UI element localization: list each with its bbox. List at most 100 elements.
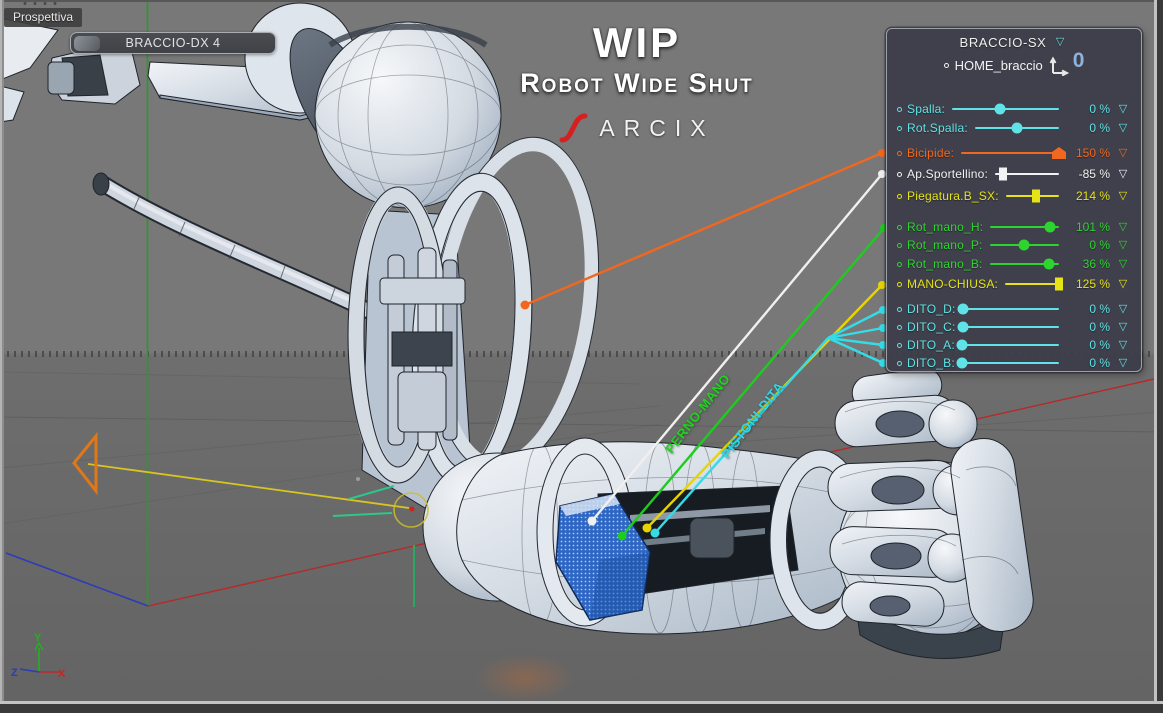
slider-knob-rot-spalla[interactable] xyxy=(1011,122,1023,134)
hud-slider-row-rot-mano-p[interactable]: Rot_mano_P: 0 % ▽ xyxy=(897,236,1131,254)
slider-knob-bicipide[interactable] xyxy=(1052,147,1066,159)
dropdown-arrow-icon[interactable]: ▽ xyxy=(1115,278,1131,290)
home-frame-value: 0 xyxy=(1072,48,1085,72)
dropdown-arrow-icon[interactable]: ▽ xyxy=(1115,147,1131,159)
slider-value-bicipide[interactable]: 150 % xyxy=(1066,146,1110,160)
dropdown-arrow-icon[interactable]: ▽ xyxy=(1115,321,1131,333)
bullet-icon xyxy=(897,360,902,366)
slider-knob-spalla[interactable] xyxy=(994,103,1006,115)
hud-slider-row-mano-chiusa[interactable]: MANO-CHIUSA: 125 % ▽ xyxy=(897,275,1131,293)
hud-slider-row-bicipide[interactable]: Bicipide: 150 % ▽ xyxy=(897,144,1131,162)
slider-track-dito-b[interactable] xyxy=(956,357,1059,369)
object-tag-braccio-dx[interactable]: BRACCIO-DX 4 xyxy=(70,32,276,54)
slider-value-dito-a[interactable]: 0 % xyxy=(1066,338,1110,352)
slider-value-rot-spalla[interactable]: 0 % xyxy=(1066,121,1110,135)
slider-label-rot-mano-p: Rot_mano_P: xyxy=(907,238,983,252)
hud-slider-row-ap-sportellino[interactable]: Ap.Sportellino: -85 % ▽ xyxy=(897,165,1131,183)
slider-track-dito-a[interactable] xyxy=(956,339,1059,351)
slider-value-spalla[interactable]: 0 % xyxy=(1066,102,1110,116)
dropdown-arrow-icon[interactable]: ▽ xyxy=(1115,221,1131,233)
window-edge-right-outer xyxy=(1157,0,1163,713)
hud-slider-row-dito-c[interactable]: DITO_C: 0 % ▽ xyxy=(897,318,1131,336)
hud-slider-row-piegatura-b-sx[interactable]: Piegatura.B_SX: 214 % ▽ xyxy=(897,187,1131,205)
bullet-icon xyxy=(897,324,902,330)
bullet-icon xyxy=(897,171,902,177)
slider-label-piegatura-b-sx: Piegatura.B_SX: xyxy=(907,189,999,203)
slider-value-mano-chiusa[interactable]: 125 % xyxy=(1066,277,1110,291)
dropdown-arrow-icon[interactable]: ▽ xyxy=(1115,339,1131,351)
title-wip: WIP xyxy=(592,19,682,66)
object-tag-text: BRACCIO-DX 4 xyxy=(125,36,221,50)
hud-slider-row-dito-d[interactable]: DITO_D: 0 % ▽ xyxy=(897,300,1131,318)
dropdown-arrow-icon[interactable]: ▽ xyxy=(1115,190,1131,202)
slider-knob-rot-mano-p[interactable] xyxy=(1018,239,1030,251)
viewport-name-label[interactable]: Prospettiva xyxy=(4,8,83,27)
slider-knob-dito-c[interactable] xyxy=(957,321,969,333)
brand-text: ARCIX xyxy=(599,114,715,141)
slider-knob-ap-sportellino[interactable] xyxy=(999,167,1008,181)
slider-track-rot-mano-h[interactable] xyxy=(990,221,1059,233)
slider-label-dito-c: DITO_C: xyxy=(907,320,956,334)
dropdown-arrow-icon[interactable]: ▽ xyxy=(1115,168,1131,180)
slider-value-dito-c[interactable]: 0 % xyxy=(1066,320,1110,334)
slider-value-dito-d[interactable]: 0 % xyxy=(1066,302,1110,316)
slider-track-dito-c[interactable] xyxy=(957,321,1059,333)
slider-value-rot-mano-p[interactable]: 0 % xyxy=(1066,238,1110,252)
viewport[interactable]: Y X Z PERNO-MANO PISTONI-DITA Prospettiv… xyxy=(0,0,1163,713)
title-block: WIP Robot Wide Shut ARCIX xyxy=(477,22,797,145)
slider-knob-rot-mano-h[interactable] xyxy=(1044,221,1056,233)
hud-slider-row-dito-b[interactable]: DITO_B: 0 % ▽ xyxy=(897,354,1131,372)
slider-track-dito-d[interactable] xyxy=(957,303,1059,315)
chevron-down-icon[interactable]: ▽ xyxy=(1052,37,1068,48)
slider-label-dito-d: DITO_D: xyxy=(907,302,956,316)
hud-slider-row-spalla[interactable]: Spalla: 0 % ▽ xyxy=(897,100,1131,118)
slider-knob-piegatura-b-sx[interactable] xyxy=(1032,189,1041,203)
hud-slider-row-rot-spalla[interactable]: Rot.Spalla: 0 % ▽ xyxy=(897,119,1131,137)
slider-track-rot-mano-p[interactable] xyxy=(989,239,1059,251)
bullet-icon xyxy=(897,242,902,248)
slider-value-rot-mano-b[interactable]: 36 % xyxy=(1066,257,1110,271)
window-edge-bottom-outer xyxy=(0,704,1163,713)
slider-value-piegatura-b-sx[interactable]: 214 % xyxy=(1066,189,1110,203)
sarcix-s-icon xyxy=(559,113,588,143)
slider-value-ap-sportellino[interactable]: -85 % xyxy=(1066,167,1110,181)
slider-knob-dito-a[interactable] xyxy=(956,339,968,351)
dropdown-arrow-icon[interactable]: ▽ xyxy=(1115,303,1131,315)
hud-slider-row-rot-mano-h[interactable]: Rot_mano_H: 101 % ▽ xyxy=(897,218,1131,236)
bullet-icon xyxy=(897,306,902,312)
hud-panel-braccio-sx[interactable]: BRACCIO-SX ▽ HOME_braccio 0 Spalla: 0 % ▽ R… xyxy=(886,28,1142,372)
dropdown-arrow-icon[interactable]: ▽ xyxy=(1115,258,1131,270)
slider-label-rot-mano-h: Rot_mano_H: xyxy=(907,220,984,234)
slider-knob-dito-d[interactable] xyxy=(957,303,969,315)
slider-knob-rot-mano-b[interactable] xyxy=(1043,258,1055,270)
slider-track-rot-spalla[interactable] xyxy=(974,122,1059,134)
dropdown-arrow-icon[interactable]: ▽ xyxy=(1115,239,1131,251)
window-edge-top xyxy=(0,0,1163,2)
dropdown-arrow-icon[interactable]: ▽ xyxy=(1115,103,1131,115)
slider-value-dito-b[interactable]: 0 % xyxy=(1066,356,1110,370)
slider-track-rot-mano-b[interactable] xyxy=(989,258,1059,270)
slider-track-bicipide[interactable] xyxy=(961,147,1066,159)
dropdown-arrow-icon[interactable]: ▽ xyxy=(1115,122,1131,134)
hud-slider-row-rot-mano-b[interactable]: Rot_mano_B: 36 % ▽ xyxy=(897,255,1131,273)
hud-slider-list: Spalla: 0 % ▽ Rot.Spalla: 0 % ▽ Bicipide: 150 %… xyxy=(897,100,1131,372)
slider-label-mano-chiusa: MANO-CHIUSA: xyxy=(907,277,999,291)
slider-track-mano-chiusa[interactable] xyxy=(1005,277,1063,291)
window-grip-dots[interactable] xyxy=(20,1,60,6)
bullet-icon xyxy=(897,150,902,156)
slider-value-rot-mano-h[interactable]: 101 % xyxy=(1066,220,1110,234)
bullet-icon xyxy=(897,281,902,287)
slider-knob-dito-b[interactable] xyxy=(956,357,968,369)
hud-home-row[interactable]: HOME_braccio 0 xyxy=(897,50,1131,76)
object-tag-handle xyxy=(74,36,100,51)
slider-label-spalla: Spalla: xyxy=(907,102,946,116)
slider-knob-mano-chiusa[interactable] xyxy=(1055,277,1063,291)
dropdown-arrow-icon[interactable]: ▽ xyxy=(1115,357,1131,369)
slider-track-spalla[interactable] xyxy=(952,103,1059,115)
hud-panel-header[interactable]: BRACCIO-SX ▽ xyxy=(897,35,1131,50)
hud-slider-row-dito-a[interactable]: DITO_A: 0 % ▽ xyxy=(897,336,1131,354)
bullet-icon xyxy=(897,342,902,348)
home-braccio-label[interactable]: HOME_braccio xyxy=(955,58,1043,73)
slider-track-piegatura-b-sx[interactable] xyxy=(1005,189,1059,203)
slider-track-ap-sportellino[interactable] xyxy=(995,167,1059,181)
